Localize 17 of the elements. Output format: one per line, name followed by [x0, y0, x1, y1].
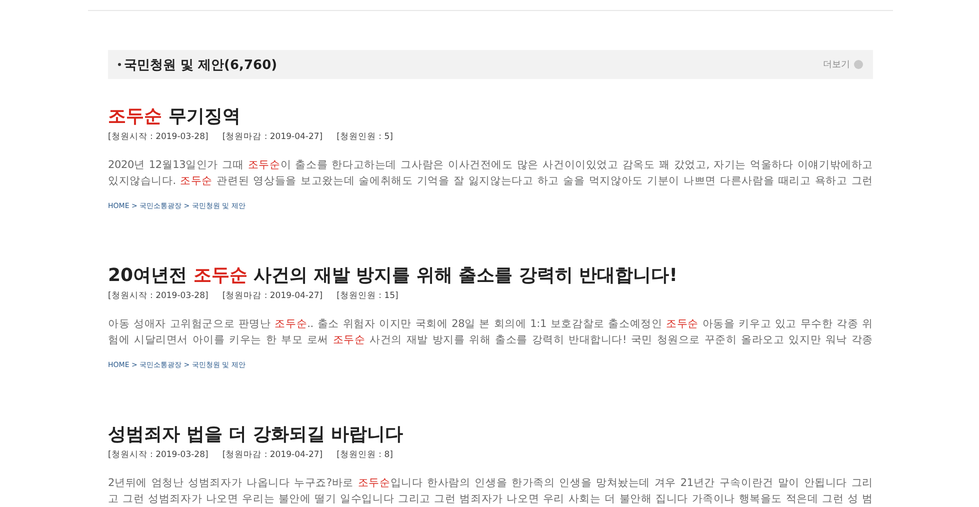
bullet-icon [118, 63, 121, 66]
meta-info: [청원인원 : 8] [336, 449, 393, 461]
meta-info: [청원마감 : 2019-04-27] [222, 131, 323, 143]
result-title-link[interactable]: 성범죄자 법을 더 강화되길 바랍니다 [108, 423, 873, 447]
result-title-link[interactable]: 조두순 무기징역 [108, 105, 873, 129]
meta-info: [청원시작 : 2019-03-28] [108, 131, 208, 143]
result-snippet: 2020년 12월13일인가 그때 조두순이 출소를 한다고하는데 그사람은 이사건전에도 많은 사건이이있었고 감옥도 꽤 갔었고, 자기는 억울하다 이얘기밖에하고 있지않습니다. 조두순 관련된 영상들을 보고왔는데 술에취해도 기억을 잘 잃지않는다고 하고 술을 먹지않아도 기분이 나쁘면 다른사람을 때리고 욕하고 그런 [108, 158, 873, 189]
section-title: 국민청원 및 제안(6,760) [124, 56, 278, 74]
result-title-link[interactable]: 20여년전 조두순 사건의 재발 방지를 위해 출소를 강력히 반대합니다! [108, 264, 873, 288]
meta-info: [청원인원 : 15] [336, 290, 398, 302]
meta-info: [청원인원 : 5] [336, 131, 393, 143]
meta-info: [청원시작 : 2019-03-28] [108, 449, 208, 461]
result-snippet: 2년뒤에 엄청난 성범죄자가 나옵니다 누구죠?바로 조두순입니다 한사람의 인생을 한가족의 인생을 망쳐놨는데 겨우 21년간 구속이란건 말이 안됩니다 그리 고 그런 성범죄자가 나오면 우리는 불안에 떨기 일수입니다 그리고 그런 범죄자가 나오면 우리 사회는 더 불안해 집니다 가족이나 행복을도 적은데 그런 성 범 [108, 476, 873, 507]
result-snippet: 아동 성애자 고위험군으로 판명난 조두순.. 출소 위험자 이지만 국회에 28일 본 회의에 1:1 보호감찰로 출소예정인 조두순 아동을 키우고 있고 무수한 각종 위 험에 시달리면서 아이를 키우는 한 부모 로써 조두순 사건의 재발 방지를 위해 출소를 강력히 반대합니다! 국민 청원으로 꾸준히 올라오고 있지만 워낙 각종 [108, 317, 873, 348]
meta-info: [청원시작 : 2019-03-28] [108, 290, 208, 302]
meta-info: [청원마감 : 2019-04-27] [222, 290, 323, 302]
meta-info: [청원마감 : 2019-04-27] [222, 449, 323, 461]
